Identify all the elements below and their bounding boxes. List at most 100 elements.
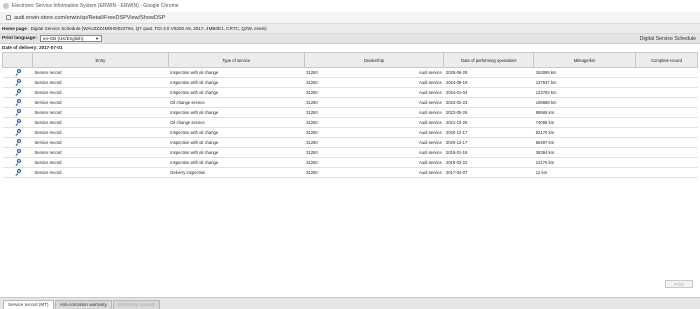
cell-dealer-code: 31250 [306, 70, 318, 75]
header-mileage: Mileage/km [533, 52, 637, 68]
cell-mileage: 122782 km [533, 87, 636, 98]
cell-complete [635, 147, 698, 158]
view-record-cell[interactable] [2, 137, 33, 148]
chevron-down-icon: ▼ [94, 36, 99, 41]
magnifier-icon[interactable] [15, 148, 22, 156]
table-row: Service record Inspection with oil change… [2, 157, 698, 168]
cell-entry: Service record [32, 67, 169, 78]
cell-dealership: 31250 Audi service [304, 147, 444, 158]
magnifier-icon[interactable] [15, 98, 22, 106]
cell-type: Oil change service [168, 97, 305, 108]
view-record-cell[interactable] [2, 87, 33, 98]
view-record-cell[interactable] [2, 67, 33, 78]
magnifier-icon[interactable] [15, 78, 22, 86]
cell-dealer-name: Audi service [419, 110, 442, 115]
cell-date: 2017-04-07 [443, 167, 534, 178]
cell-dealer-code: 31250 [306, 100, 318, 105]
table-row: Service record Inspection with oil change… [2, 127, 698, 138]
view-record-cell[interactable] [2, 157, 33, 168]
cell-entry: Service record [32, 167, 169, 178]
magnifier-icon[interactable] [15, 138, 22, 146]
cell-date: 2020-12-17 [443, 137, 534, 148]
cell-type: Inspection with oil change [168, 107, 305, 118]
cell-complete [635, 87, 698, 98]
cell-complete [635, 127, 698, 138]
cell-dealer-name: Audi service [419, 170, 442, 175]
cell-complete [635, 107, 698, 118]
magnifier-icon[interactable] [15, 158, 22, 166]
cell-type: Inspection with oil change [168, 137, 305, 148]
cell-dealer-name: Audi service [419, 120, 442, 125]
cell-type: Delivery inspection [168, 167, 305, 178]
header-date: Date of performing operations [443, 52, 535, 68]
cell-dealer-name: Audi service [419, 80, 442, 85]
cell-complete [635, 167, 698, 178]
cell-dealership: 31250 Audi service [304, 107, 444, 118]
cell-date: 2018-01-16 [443, 147, 534, 158]
cell-dealership: 31250 Audi service [304, 77, 444, 88]
cell-date: 2023-02-23 [443, 97, 534, 108]
breadcrumb-home[interactable]: Home page [2, 26, 27, 31]
view-record-cell[interactable] [2, 147, 33, 158]
cell-entry: Service record [32, 97, 169, 108]
magnifier-icon[interactable] [15, 128, 22, 136]
table-row: Service record Oil change service 31250 Aud… [2, 117, 698, 128]
view-record-cell[interactable] [2, 127, 33, 138]
cell-mileage: 106688 km [533, 97, 636, 108]
table-row: Service record Inspection with oil change… [2, 87, 698, 98]
lock-icon [6, 15, 11, 20]
magnifier-icon[interactable] [15, 118, 22, 126]
print-button[interactable]: Print [665, 280, 693, 288]
tab-service-record[interactable]: Service record (MT) [3, 300, 54, 309]
cell-dealer-code: 31250 [306, 130, 318, 135]
cell-dealership: 31250 Audi service [304, 87, 444, 98]
cell-date: 2020-12-17 [443, 127, 534, 138]
cell-dealer-code: 31250 [306, 80, 318, 85]
cell-dealer-name: Audi service [419, 140, 442, 145]
view-record-cell[interactable] [2, 167, 33, 178]
table-row: Service record Inspection with oil change… [2, 147, 698, 158]
view-record-cell[interactable] [2, 117, 33, 128]
toolbar: Print language: en-GB (UK/English) ▼ Dig… [0, 34, 700, 44]
magnifier-icon[interactable] [15, 68, 22, 76]
breadcrumb: Home page : Digital Service Schedule (WA… [0, 24, 700, 34]
magnifier-icon[interactable] [15, 168, 22, 176]
cell-type: Inspection with oil change [168, 67, 305, 78]
cell-dealer-name: Audi service [419, 130, 442, 135]
cell-mileage: 12 km [533, 167, 636, 178]
cell-entry: Service record [32, 87, 169, 98]
address-url[interactable]: audi.erwin-store.com/erwin/sp/Retail/Fre… [14, 15, 165, 21]
cell-dealer-name: Audi service [419, 160, 442, 165]
cell-mileage: 153088 km [533, 67, 636, 78]
cell-mileage: 56487 km [533, 137, 636, 148]
view-record-cell[interactable] [2, 97, 33, 108]
cell-dealer-name: Audi service [419, 70, 442, 75]
cell-date: 2024-09-19 [443, 77, 534, 88]
tab-anti-corrosion[interactable]: Anti-corrosion warranty [54, 300, 112, 309]
cell-date: 2025-06-28 [443, 67, 534, 78]
address-bar[interactable]: audi.erwin-store.com/erwin/sp/Retail/Fre… [0, 12, 700, 24]
magnifier-icon[interactable] [15, 108, 22, 116]
cell-entry: Service record [32, 137, 169, 148]
cell-type: Inspection with oil change [168, 127, 305, 138]
cell-complete [635, 67, 698, 78]
cell-dealer-code: 31250 [306, 140, 318, 145]
view-record-cell[interactable] [2, 77, 33, 88]
cell-dealership: 31250 Audi service [304, 167, 444, 178]
cell-dealership: 31250 Audi service [304, 97, 444, 108]
cell-entry: Service record [32, 77, 169, 88]
cell-date: 2021-10-26 [443, 117, 534, 128]
cell-entry: Service record [32, 117, 169, 128]
cell-mileage: 52170 km [533, 127, 636, 138]
delivery-date: Date of delivery: 2017-07-01 [2, 45, 63, 50]
breadcrumb-current: : Digital Service Schedule (WAUZZZ4M0HD0… [26, 26, 267, 31]
cell-complete [635, 117, 698, 128]
cell-dealer-name: Audi service [419, 90, 442, 95]
magnifier-icon[interactable] [15, 88, 22, 96]
cell-mileage: 14170 km [533, 157, 636, 168]
app-logo-icon [3, 3, 9, 9]
view-record-cell[interactable] [2, 107, 33, 118]
print-language-select[interactable]: en-GB (UK/English) ▼ [39, 35, 102, 42]
cell-mileage: 36364 km [533, 147, 636, 158]
cell-complete [635, 137, 698, 148]
